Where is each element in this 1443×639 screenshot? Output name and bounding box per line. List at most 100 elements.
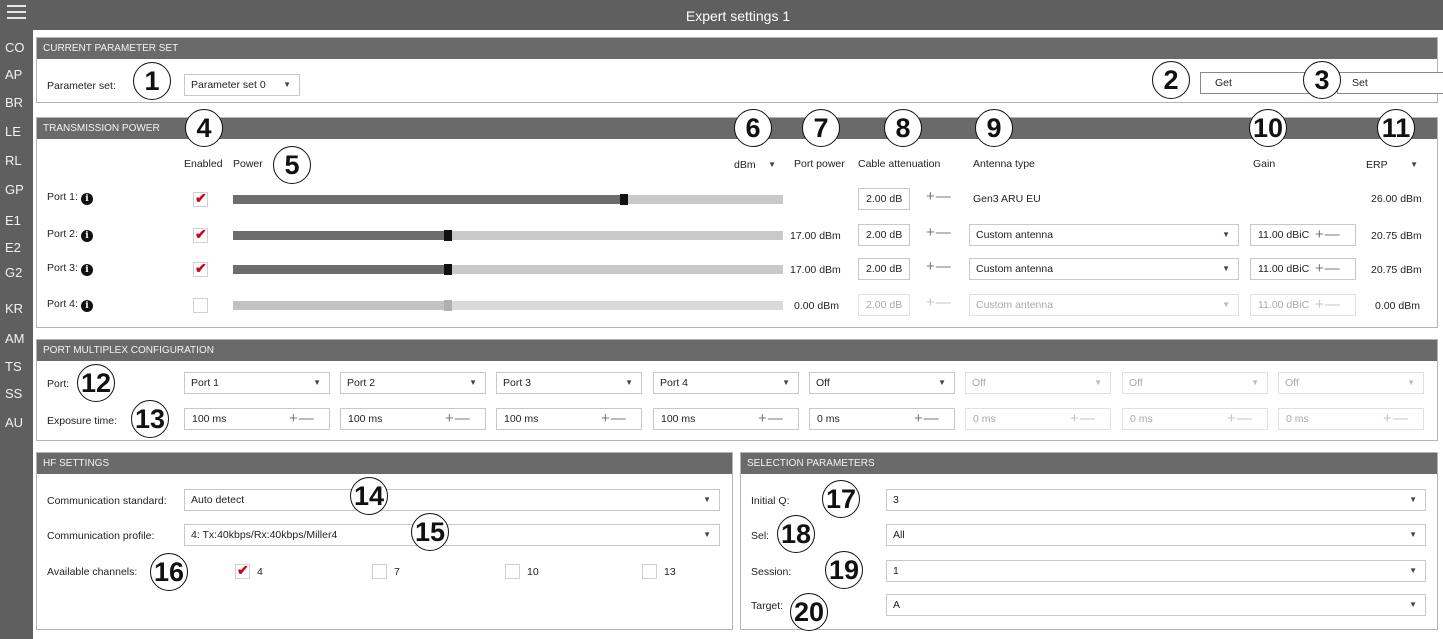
session-dropdown[interactable]: 1 ▼: [886, 560, 1426, 582]
sidebar-item-e1[interactable]: E1: [0, 210, 33, 232]
channel-4-checkbox[interactable]: ✔: [235, 562, 250, 579]
communication-profile-label: Communication profile:: [47, 530, 155, 542]
port-4-label-text: Port 4:: [47, 298, 78, 310]
multiplex-port-3-dropdown[interactable]: Port 3 ▼: [496, 372, 642, 394]
port-multiplex-panel: PORT MULTIPLEX CONFIGURATION Port: Expos…: [36, 339, 1438, 441]
port-4-cable-stepper[interactable]: +—: [926, 294, 952, 311]
initial-q-dropdown[interactable]: 3 ▼: [886, 489, 1426, 511]
port-3-gain-input[interactable]: 11.00 dBiC +—: [1250, 258, 1356, 280]
port-2-cable-input[interactable]: 2.00 dB: [858, 224, 910, 246]
port-4-port-power: 0.00 dBm: [794, 300, 839, 312]
channel-10-checkbox[interactable]: [505, 564, 520, 579]
hamburger-menu-icon[interactable]: [7, 5, 26, 22]
target-dropdown[interactable]: A ▼: [886, 594, 1426, 616]
info-icon[interactable]: i: [80, 230, 93, 242]
exposure-stepper[interactable]: +—: [914, 409, 940, 429]
channel-7-checkbox[interactable]: [372, 564, 387, 579]
slider-thumb[interactable]: [444, 264, 452, 275]
channel-13-checkbox[interactable]: [642, 564, 657, 579]
sidebar-item-ss[interactable]: SS: [0, 383, 33, 405]
port-2-cable-stepper[interactable]: +—: [926, 224, 952, 241]
slider-fill: [233, 265, 448, 274]
hf-settings-header: HF SETTINGS: [37, 453, 732, 474]
port-3-cable-input[interactable]: 2.00 dB: [858, 258, 910, 280]
slider-thumb[interactable]: [444, 230, 452, 241]
port-1-enabled-checkbox[interactable]: ✔: [193, 190, 208, 207]
communication-profile-dropdown[interactable]: 4: Tx:40kbps/Rx:40kbps/Miller4 ▼: [184, 524, 720, 546]
exposure-stepper[interactable]: +—: [1227, 409, 1253, 429]
slider-fill: [233, 231, 448, 240]
power-unit-dropdown[interactable]: dBm ▼: [727, 154, 785, 174]
port-2-antenna-dropdown[interactable]: Custom antenna ▼: [969, 224, 1239, 246]
multiplex-exposure-3-input[interactable]: 100 ms +—: [496, 408, 642, 430]
port-4-cable-input[interactable]: 2.00 dB: [858, 294, 910, 316]
port-power-column-label: Port power: [794, 158, 845, 170]
multiplex-exposure-1-input[interactable]: 100 ms +—: [184, 408, 330, 430]
callout-20: 20: [790, 593, 828, 631]
exposure-stepper[interactable]: +—: [289, 409, 315, 429]
multiplex-port-4-dropdown[interactable]: Port 4 ▼: [653, 372, 799, 394]
multiplex-port-1-dropdown[interactable]: Port 1 ▼: [184, 372, 330, 394]
port-2-gain-input[interactable]: 11.00 dBiC +—: [1250, 224, 1356, 246]
port-4-gain-stepper[interactable]: +—: [1315, 295, 1341, 315]
sidebar-item-au[interactable]: AU: [0, 412, 33, 434]
checkmark-icon: ✔: [237, 562, 249, 578]
caret-down-icon: ▼: [1409, 566, 1417, 575]
port-4-power-slider[interactable]: [233, 300, 783, 311]
multiplex-exposure-6-input[interactable]: 0 ms +—: [965, 408, 1111, 430]
caret-down-icon: ▼: [1251, 378, 1259, 387]
port-2-gain-stepper[interactable]: +—: [1315, 225, 1341, 245]
port-1-cable-input[interactable]: 2.00 dB: [858, 188, 910, 210]
port-2-enabled-checkbox[interactable]: ✔: [193, 226, 208, 243]
sel-dropdown[interactable]: All ▼: [886, 524, 1426, 546]
port-3-enabled-checkbox[interactable]: ✔: [193, 260, 208, 277]
sidebar-item-le[interactable]: LE: [0, 121, 33, 143]
sidebar-item-ap[interactable]: AP: [0, 64, 33, 86]
communication-standard-dropdown[interactable]: Auto detect ▼: [184, 489, 720, 511]
sidebar-item-g2[interactable]: G2: [0, 262, 33, 284]
info-icon[interactable]: i: [80, 193, 93, 205]
sidebar-item-br[interactable]: BR: [0, 92, 33, 114]
parameter-set-dropdown[interactable]: Parameter set 0 ▼: [184, 74, 300, 96]
caret-down-icon: ▼: [1409, 600, 1417, 609]
exposure-value: 100 ms: [504, 413, 539, 425]
port-1-cable-stepper[interactable]: +—: [926, 188, 952, 205]
multiplex-port-8-dropdown[interactable]: Off ▼: [1278, 372, 1424, 394]
port-4-antenna-dropdown[interactable]: Custom antenna ▼: [969, 294, 1239, 316]
multiplex-port-5-dropdown[interactable]: Off ▼: [809, 372, 955, 394]
exposure-stepper[interactable]: +—: [1383, 409, 1409, 429]
slider-thumb[interactable]: [444, 300, 452, 311]
info-icon[interactable]: i: [80, 300, 93, 312]
sidebar-item-am[interactable]: AM: [0, 328, 33, 350]
port-3-cable-stepper[interactable]: +—: [926, 258, 952, 275]
port-4-enabled-checkbox[interactable]: [193, 298, 208, 313]
multiplex-port-7-dropdown[interactable]: Off ▼: [1122, 372, 1268, 394]
multiplex-exposure-7-input[interactable]: 0 ms +—: [1122, 408, 1268, 430]
set-button[interactable]: Set: [1337, 72, 1443, 94]
sidebar-item-ts[interactable]: TS: [0, 356, 33, 378]
exposure-stepper[interactable]: +—: [445, 409, 471, 429]
sidebar-item-co[interactable]: CO: [0, 37, 33, 59]
exposure-stepper[interactable]: +—: [601, 409, 627, 429]
sidebar-item-kr[interactable]: KR: [0, 298, 33, 320]
multiplex-exposure-8-input[interactable]: 0 ms +—: [1278, 408, 1424, 430]
sidebar-item-e2[interactable]: E2: [0, 237, 33, 259]
info-icon[interactable]: i: [80, 264, 93, 276]
exposure-stepper[interactable]: +—: [1070, 409, 1096, 429]
sidebar-item-gp[interactable]: GP: [0, 179, 33, 201]
multiplex-exposure-5-input[interactable]: 0 ms +—: [809, 408, 955, 430]
exposure-stepper[interactable]: +—: [758, 409, 784, 429]
multiplex-exposure-2-input[interactable]: 100 ms +—: [340, 408, 486, 430]
multiplex-port-2-dropdown[interactable]: Port 2 ▼: [340, 372, 486, 394]
port-4-gain-input[interactable]: 11.00 dBiC +—: [1250, 294, 1356, 316]
port-3-power-slider[interactable]: [233, 264, 783, 275]
erp-dropdown[interactable]: ERP ▼: [1359, 154, 1427, 174]
port-3-antenna-dropdown[interactable]: Custom antenna ▼: [969, 258, 1239, 280]
port-2-power-slider[interactable]: [233, 230, 783, 241]
port-3-gain-stepper[interactable]: +—: [1315, 259, 1341, 279]
port-1-power-slider[interactable]: [233, 194, 783, 205]
slider-thumb[interactable]: [620, 194, 628, 205]
sidebar-item-rl[interactable]: RL: [0, 150, 33, 172]
multiplex-port-6-dropdown[interactable]: Off ▼: [965, 372, 1111, 394]
multiplex-exposure-4-input[interactable]: 100 ms +—: [653, 408, 799, 430]
